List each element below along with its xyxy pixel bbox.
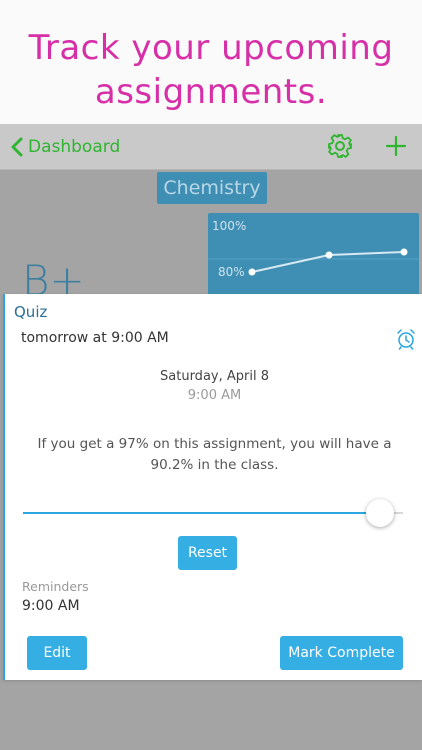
edit-button[interactable]: Edit bbox=[27, 636, 87, 670]
assignment-detail-sheet: Quiz tomorrow at 9:00 AM Saturday, April… bbox=[3, 294, 422, 680]
score-slider-fill bbox=[23, 512, 381, 514]
chevron-left-icon bbox=[11, 137, 23, 157]
grade-trend-line bbox=[208, 248, 419, 276]
back-button[interactable]: Dashboard bbox=[10, 133, 120, 161]
promo-headline-line1: Track your upcoming bbox=[28, 28, 394, 68]
back-button-label: Dashboard bbox=[28, 137, 121, 157]
reminders-label: Reminders bbox=[22, 579, 89, 594]
grade-projection-text: If you get a 97% on this assignment, you… bbox=[37, 436, 392, 473]
navigation-bar: Dashboard bbox=[0, 124, 422, 170]
reset-button[interactable]: Reset bbox=[178, 536, 237, 570]
promo-headline-line2: assignments. bbox=[94, 72, 328, 112]
plus-icon[interactable] bbox=[382, 132, 410, 160]
assignment-type: Quiz bbox=[14, 303, 48, 321]
mark-complete-button[interactable]: Mark Complete bbox=[280, 636, 403, 670]
score-slider-thumb[interactable] bbox=[366, 499, 395, 527]
due-date: Saturday, April 8 bbox=[160, 369, 269, 384]
promo-banner: Track your upcoming assignments. bbox=[0, 0, 422, 124]
due-time: 9:00 AM bbox=[187, 388, 242, 403]
assignment-due: tomorrow at 9:00 AM bbox=[21, 330, 169, 346]
reminder-time[interactable]: 9:00 AM bbox=[22, 598, 80, 614]
score-slider-track[interactable] bbox=[23, 512, 403, 514]
grade-trend-chart: 100% 80% bbox=[208, 213, 419, 301]
alarm-clock-icon[interactable] bbox=[395, 328, 417, 350]
gear-icon[interactable] bbox=[326, 132, 354, 160]
course-name: Chemistry bbox=[157, 172, 267, 204]
